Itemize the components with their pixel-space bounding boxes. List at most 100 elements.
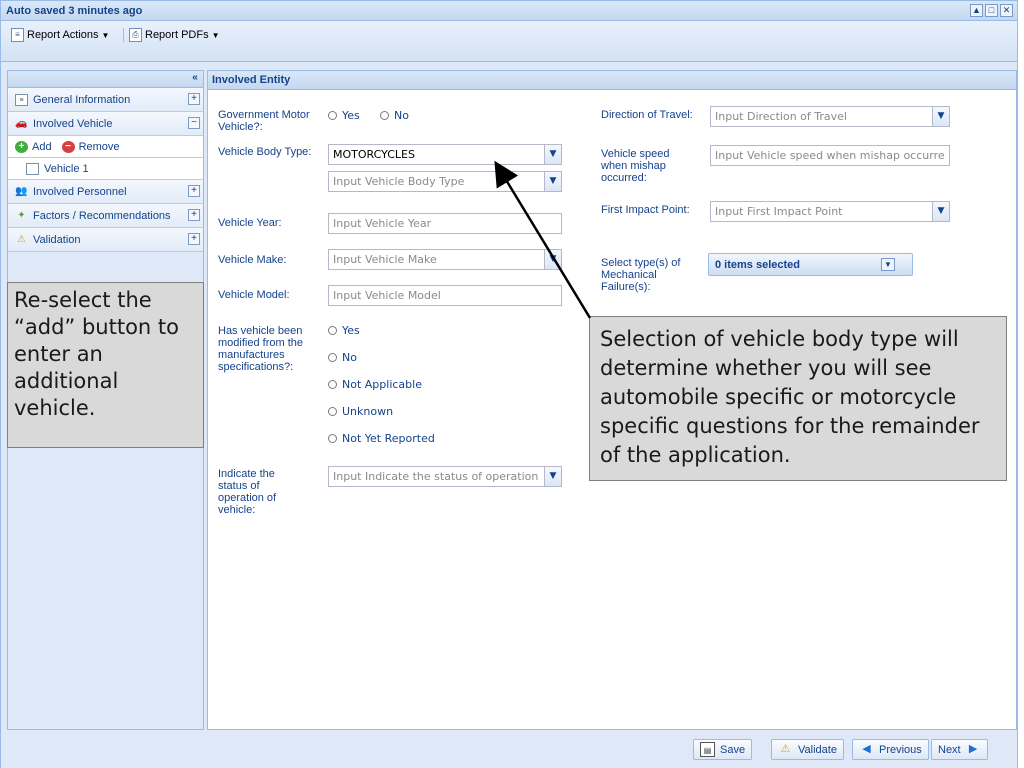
chevron-down-icon[interactable]: ▼ xyxy=(544,250,561,269)
remove-vehicle-button[interactable]: Remove xyxy=(79,141,120,153)
callout-body-type: Selection of vehicle body type will dete… xyxy=(589,316,1007,481)
operation-status-placeholder: Input Indicate the status of operation xyxy=(333,470,539,483)
modified-label: Has vehicle been modified from the manuf… xyxy=(218,325,303,373)
vehicle-make-combo[interactable]: Input Vehicle Make ▼ xyxy=(328,249,562,270)
report-actions-button[interactable]: ≡ Report Actions ▼ xyxy=(11,26,109,44)
toolbar: ≡ Report Actions ▼ ⎙ Report PDFs ▼ xyxy=(1,21,1017,62)
collapse-icon[interactable]: − xyxy=(188,117,200,129)
add-vehicle-button[interactable]: Add xyxy=(32,141,52,153)
radio-label: Yes xyxy=(342,324,360,337)
body-type-combo[interactable]: MOTORCYCLES ▼ xyxy=(328,144,562,165)
chevron-down-icon[interactable]: ▼ xyxy=(544,172,561,191)
sidebar-item-general-information[interactable]: ≡ General Information + xyxy=(8,88,203,112)
car-icon: 🚗 xyxy=(15,117,28,129)
vehicle-model-field[interactable]: Input Vehicle Model xyxy=(328,285,562,306)
save-button[interactable]: ▤ Save xyxy=(693,739,753,760)
sidebar-item-label: Validation xyxy=(33,233,81,246)
chevron-down-icon[interactable]: ▼ xyxy=(881,258,895,271)
radio-label: Unknown xyxy=(342,405,394,418)
direction-of-travel-label: Direction of Travel: xyxy=(601,109,693,121)
title-bar: Auto saved 3 minutes ago ▲ □ ✕ xyxy=(1,1,1017,21)
vehicle-year-label: Vehicle Year: xyxy=(218,217,282,229)
vehicle-make-label: Vehicle Make: xyxy=(218,254,287,266)
previous-icon: ◀ xyxy=(862,743,871,755)
form-icon: ≡ xyxy=(15,93,28,106)
puzzle-icon: ✦ xyxy=(17,209,26,221)
operation-status-combo[interactable]: Input Indicate the status of operation ▼ xyxy=(328,466,562,487)
maximize-window-icon[interactable]: □ xyxy=(985,4,998,17)
first-impact-point-combo[interactable]: Input First Impact Point ▼ xyxy=(710,201,950,222)
validate-button[interactable]: ⚠ Validate xyxy=(771,739,844,760)
sidebar-item-factors-recommendations[interactable]: ✦ Factors / Recommendations + xyxy=(8,204,203,228)
radio-label: Yes xyxy=(342,109,360,122)
vehicle-model-label: Vehicle Model: xyxy=(218,289,290,301)
warning-icon: ⚠ xyxy=(780,743,791,755)
previous-label: Previous xyxy=(879,743,922,756)
chevron-down-icon[interactable]: ▼ xyxy=(932,202,949,221)
chevron-down-icon[interactable]: ▼ xyxy=(932,107,949,126)
sidebar-item-involved-personnel[interactable]: 👥 Involved Personnel + xyxy=(8,180,203,204)
body-type-label: Vehicle Body Type: xyxy=(218,146,312,158)
vehicle-actions: + Add − Remove xyxy=(8,136,203,158)
radio-icon xyxy=(328,407,337,416)
report-pdfs-button[interactable]: ⎙ Report PDFs ▼ xyxy=(129,26,220,44)
window-controls: ▲ □ ✕ xyxy=(970,4,1013,17)
modified-yes-radio[interactable]: Yes xyxy=(328,324,360,337)
sidebar-item-label: Involved Vehicle xyxy=(33,117,113,130)
expand-icon[interactable]: + xyxy=(188,209,200,221)
report-icon: ≡ xyxy=(11,28,24,42)
warning-icon: ⚠ xyxy=(17,233,26,245)
radio-label: No xyxy=(394,109,409,122)
operation-status-label: Indicate the status of operation of vehi… xyxy=(218,468,277,516)
next-button[interactable]: Next ▶ xyxy=(931,739,988,760)
sidebar-item-label: Vehicle 1 xyxy=(44,162,89,175)
report-actions-label: Report Actions xyxy=(27,29,99,41)
modified-no-radio[interactable]: No xyxy=(328,351,357,364)
sidebar-item-label: Involved Personnel xyxy=(33,185,127,198)
radio-label: Not Yet Reported xyxy=(342,432,435,445)
vehicle-speed-label: Vehicle speed when mishap occurred: xyxy=(601,148,670,184)
modified-unknown-radio[interactable]: Unknown xyxy=(328,405,393,418)
mechanical-failure-label: Select type(s) of Mechanical Failure(s): xyxy=(601,257,681,293)
radio-icon xyxy=(328,380,337,389)
collapse-panel-icon[interactable]: « xyxy=(189,73,201,85)
government-no-radio[interactable]: No xyxy=(380,109,409,122)
mechanical-failure-multiselect[interactable]: 0 items selected ▼ xyxy=(708,253,913,276)
dropdown-caret-icon: ▼ xyxy=(211,30,220,40)
body-type-sub-combo[interactable]: Input Vehicle Body Type ▼ xyxy=(328,171,562,192)
callout-add-vehicle: Re-select the “add” button to enter an a… xyxy=(7,282,204,448)
radio-label: Not Applicable xyxy=(342,378,422,391)
chevron-down-icon[interactable]: ▼ xyxy=(544,145,561,164)
sidebar-item-involved-vehicle[interactable]: 🚗 Involved Vehicle − xyxy=(8,112,203,136)
modified-not-yet-reported-radio[interactable]: Not Yet Reported xyxy=(328,432,435,445)
vehicle-model-placeholder: Input Vehicle Model xyxy=(333,289,441,302)
vehicle-year-placeholder: Input Vehicle Year xyxy=(333,217,432,230)
sidebar-item-label: General Information xyxy=(33,93,131,106)
previous-button[interactable]: ◀ Previous xyxy=(852,739,929,760)
report-pdfs-label: Report PDFs xyxy=(145,29,209,41)
radio-label: No xyxy=(342,351,357,364)
radio-icon xyxy=(380,111,389,120)
expand-icon[interactable]: + xyxy=(188,185,200,197)
direction-of-travel-combo[interactable]: Input Direction of Travel ▼ xyxy=(710,106,950,127)
collapse-window-icon[interactable]: ▲ xyxy=(970,4,983,17)
vehicle-speed-field[interactable]: Input Vehicle speed when mishap occurre xyxy=(710,145,950,166)
modified-not-applicable-radio[interactable]: Not Applicable xyxy=(328,378,422,391)
toolbar-separator xyxy=(123,28,124,42)
expand-icon[interactable]: + xyxy=(188,233,200,245)
save-icon: ▤ xyxy=(700,742,715,757)
sidebar-item-vehicle-1[interactable]: Vehicle 1 xyxy=(8,158,203,180)
next-label: Next xyxy=(938,743,961,756)
remove-icon[interactable]: − xyxy=(61,140,75,153)
first-impact-point-placeholder: Input First Impact Point xyxy=(715,205,843,218)
government-yes-radio[interactable]: Yes xyxy=(328,109,360,122)
radio-icon xyxy=(328,111,337,120)
radio-icon xyxy=(328,353,337,362)
people-icon: 👥 xyxy=(15,185,28,197)
sidebar-item-validation[interactable]: ⚠ Validation + xyxy=(8,228,203,252)
close-window-icon[interactable]: ✕ xyxy=(1000,4,1013,17)
chevron-down-icon[interactable]: ▼ xyxy=(544,467,561,486)
vehicle-year-field[interactable]: Input Vehicle Year xyxy=(328,213,562,234)
add-icon[interactable]: + xyxy=(15,140,28,153)
expand-icon[interactable]: + xyxy=(188,93,200,105)
